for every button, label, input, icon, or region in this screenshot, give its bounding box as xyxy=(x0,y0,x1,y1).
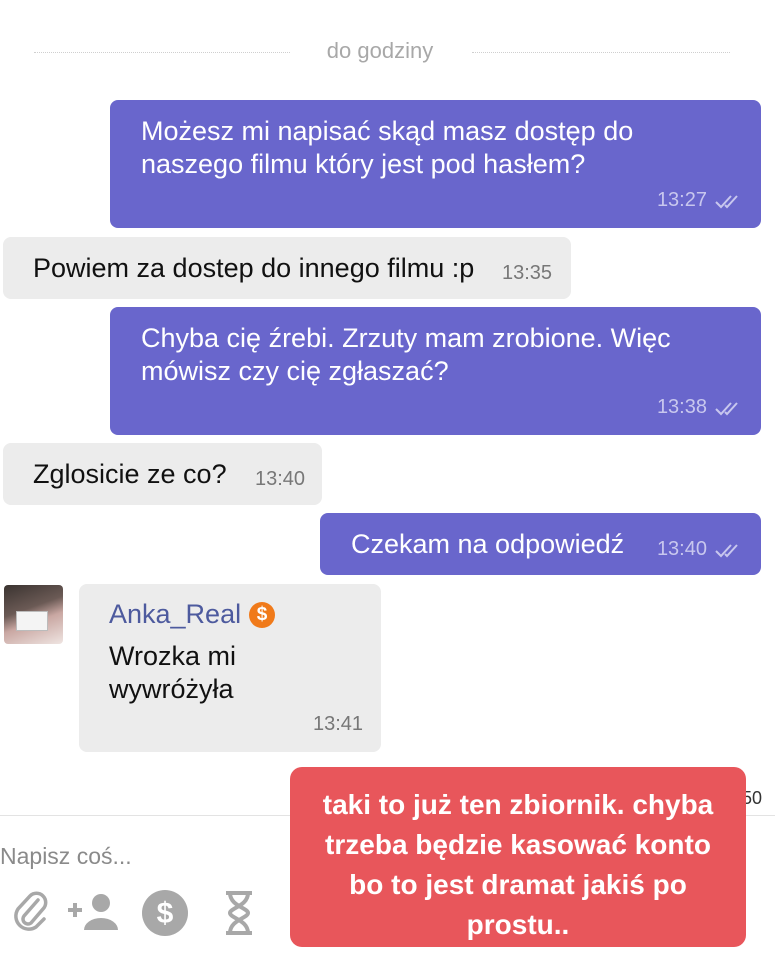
message-time: 13:40 xyxy=(656,538,707,560)
double-check-icon xyxy=(715,543,738,557)
message-outgoing[interactable]: Chyba cię źrebi. Zrzuty mam zrobione. Wi… xyxy=(110,307,761,435)
message-time: 13:41 xyxy=(313,713,364,735)
message-time: 13:35 xyxy=(502,262,553,284)
message-meta: 13:40 xyxy=(255,463,305,496)
message-text: Zglosicie ze co? xyxy=(33,459,227,489)
message-meta: 13:35 xyxy=(502,257,552,290)
avatar[interactable] xyxy=(4,585,63,644)
message-text: Możesz mi napisać skąd masz dostęp do na… xyxy=(141,116,634,179)
message-incoming[interactable]: Zglosicie ze co? 13:40 xyxy=(3,443,322,505)
message-input[interactable]: Napisz coś... xyxy=(0,843,132,870)
message-meta: 13:41 xyxy=(313,708,363,741)
date-divider-label: do godziny xyxy=(326,38,434,63)
message-outgoing[interactable]: Możesz mi napisać skąd masz dostęp do na… xyxy=(110,100,761,228)
message-outgoing[interactable]: Czekam na odpowiedź 13:40 xyxy=(320,513,761,575)
message-text: Wrozka mi wywróżyła xyxy=(109,641,237,704)
double-check-icon xyxy=(715,401,738,415)
hourglass-icon[interactable] xyxy=(222,890,256,936)
sender-row: Anka_Real $ xyxy=(109,598,276,631)
paperclip-icon[interactable] xyxy=(12,890,48,932)
message-incoming[interactable]: Powiem za dostep do innego filmu :p 13:3… xyxy=(3,237,571,299)
message-text: Chyba cię źrebi. Zrzuty mam zrobione. Wi… xyxy=(141,323,671,386)
message-text: Powiem za dostep do innego filmu :p xyxy=(33,253,475,283)
message-meta: 13:38 xyxy=(657,391,745,424)
message-time: 13:40 xyxy=(255,468,306,490)
message-meta: 13:27 xyxy=(657,184,745,217)
dollar-coin-icon[interactable]: $ xyxy=(140,888,190,938)
dollar-badge-icon: $ xyxy=(249,601,276,628)
divider-line-right xyxy=(472,52,730,54)
message-meta: 13:40 xyxy=(657,533,745,566)
add-user-icon[interactable] xyxy=(64,890,120,932)
message-time: 13:38 xyxy=(656,396,707,418)
sender-name[interactable]: Anka_Real xyxy=(109,598,241,631)
message-time: 13:27 xyxy=(656,189,707,211)
message-incoming[interactable]: Anka_Real $ Wrozka mi wywróżyła 13:41 xyxy=(79,584,381,752)
svg-text:$: $ xyxy=(157,897,174,930)
double-check-icon xyxy=(715,194,738,208)
message-text: Czekam na odpowiedź xyxy=(351,529,625,559)
divider-line-left xyxy=(34,52,290,54)
overlay-note: taki to już ten zbiornik. chyba trzeba b… xyxy=(290,767,746,947)
